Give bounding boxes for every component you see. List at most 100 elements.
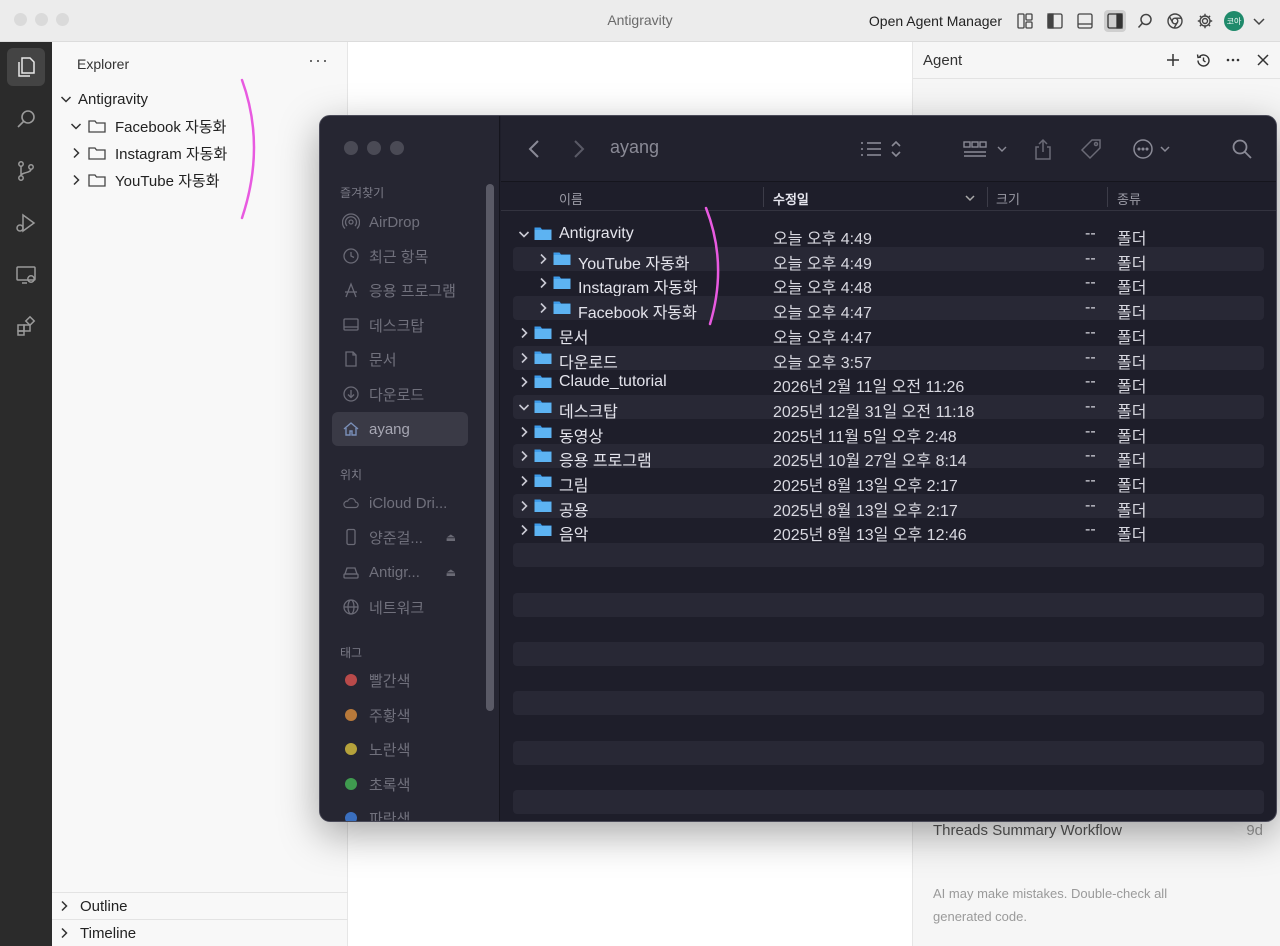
timeline-section-header[interactable]: Timeline <box>52 919 348 946</box>
file-row[interactable]: Instagram 자동화 오늘 오후 4:48 -- 폴더 <box>513 271 1264 297</box>
account-avatar[interactable]: 코아 <box>1224 11 1244 31</box>
chevron-right-icon[interactable] <box>517 473 531 489</box>
sidebar-item-applications[interactable]: 응용 프로그램 <box>332 273 468 307</box>
column-modified[interactable]: 수정일 <box>773 189 809 208</box>
tag-dot <box>345 743 357 755</box>
chevron-right-icon[interactable] <box>517 498 531 514</box>
sidebar-item-desktop[interactable]: 데스크탑 <box>332 308 468 342</box>
file-row[interactable]: YouTube 자동화 오늘 오후 4:49 -- 폴더 <box>513 246 1264 273</box>
column-header: 이름 수정일 크기 종류 <box>501 183 1276 211</box>
source-control-icon[interactable] <box>7 152 45 190</box>
sidebar-item-downloads[interactable]: 다운로드 <box>332 377 468 411</box>
tree-folder-item[interactable]: YouTube 자동화 <box>68 168 220 192</box>
file-row[interactable]: Facebook 자동화 오늘 오후 4:47 -- 폴더 <box>513 296 1264 322</box>
eject-icon[interactable]: ⏏ <box>446 566 456 579</box>
layout-customize-icon[interactable] <box>1014 10 1036 32</box>
history-icon[interactable] <box>1193 50 1213 70</box>
new-chat-plus-icon[interactable] <box>1163 50 1183 70</box>
search-icon[interactable] <box>1134 10 1156 32</box>
sidebar-item-antigravity-drive[interactable]: Antigr... ⏏ <box>332 555 468 589</box>
file-row[interactable]: 데스크탑 2025년 12월 31일 오전 11:18 -- 폴더 <box>513 394 1264 421</box>
file-row[interactable]: 음악 2025년 8월 13일 오후 12:46 -- 폴더 <box>513 518 1264 544</box>
file-row[interactable]: Claude_tutorial 2026년 2월 11일 오전 11:26 -- 폴더 <box>513 370 1264 396</box>
sort-chevron-down-icon[interactable] <box>964 191 976 206</box>
file-kind: 폴더 <box>1117 231 1147 248</box>
sidebar-item-iphone[interactable]: 양준걸... ⏏ <box>332 520 468 554</box>
sidebar-tag-yellow[interactable]: 노란색 <box>332 732 468 766</box>
chevron-right-icon[interactable] <box>536 300 550 316</box>
column-name[interactable]: 이름 <box>559 189 583 208</box>
title-bar: Antigravity Open Agent Manager 코아 <box>0 0 1280 42</box>
file-row[interactable]: 응용 프로그램 2025년 10월 27일 오후 8:14 -- 폴더 <box>513 444 1264 470</box>
conversation-history-item[interactable]: Threads Summary Workflow 9d <box>933 822 1263 839</box>
finder-window-controls[interactable] <box>344 141 404 155</box>
file-modified-date: 2025년 12월 31일 오전 11:18 <box>773 403 975 421</box>
explorer-files-icon[interactable] <box>7 48 45 86</box>
file-row[interactable]: 동영상 2025년 11월 5일 오후 2:48 -- 폴더 <box>513 420 1264 446</box>
folder-outline-icon <box>88 172 108 188</box>
file-name: 데스크탑 <box>559 403 618 421</box>
chevron-down-icon[interactable] <box>1252 10 1266 32</box>
sidebar-item-icloud[interactable]: iCloud Dri... <box>332 486 468 520</box>
file-row[interactable]: 공용 2025년 8월 13일 오후 2:17 -- 폴더 <box>513 493 1264 520</box>
column-kind[interactable]: 종류 <box>1117 189 1141 208</box>
eject-icon[interactable]: ⏏ <box>446 531 456 544</box>
file-row[interactable]: 그림 2025년 8월 13일 오후 2:17 -- 폴더 <box>513 469 1264 495</box>
settings-gear-icon[interactable] <box>1194 10 1216 32</box>
sidebar-tag-red[interactable]: 빨간색 <box>332 663 468 697</box>
sidebar-tag-green[interactable]: 초록색 <box>332 767 468 801</box>
forward-chevron-icon[interactable] <box>572 136 586 162</box>
chevron-right-icon[interactable] <box>517 448 531 464</box>
file-row[interactable]: 문서 오늘 오후 4:47 -- 폴더 <box>513 321 1264 347</box>
more-actions-icon[interactable] <box>1223 50 1243 70</box>
sidebar-item-documents[interactable]: 문서 <box>332 342 468 376</box>
file-row[interactable]: 다운로드 오늘 오후 3:57 -- 폴더 <box>513 345 1264 372</box>
activity-bar <box>0 42 52 946</box>
chevron-down-icon[interactable] <box>517 226 531 242</box>
extensions-icon[interactable] <box>7 308 45 346</box>
open-agent-manager-button[interactable]: Open Agent Manager <box>869 13 1002 29</box>
file-size: -- <box>1085 348 1096 366</box>
chevron-down-icon[interactable] <box>517 399 531 415</box>
run-debug-icon[interactable] <box>7 204 45 242</box>
list-view-icon[interactable] <box>859 136 905 162</box>
sidebar-item-airdrop[interactable]: AirDrop <box>332 205 468 239</box>
outline-section-header[interactable]: Outline <box>52 892 348 919</box>
chevron-right-icon[interactable] <box>517 325 531 341</box>
chevron-right-icon[interactable] <box>536 251 550 267</box>
explorer-more-actions-icon[interactable]: ··· <box>308 50 329 71</box>
more-actions-icon[interactable] <box>1131 136 1171 162</box>
sidebar-tag-orange[interactable]: 주황색 <box>332 698 468 732</box>
search-icon[interactable] <box>7 100 45 138</box>
back-chevron-icon[interactable] <box>527 136 541 162</box>
sidebar-tag-blue[interactable]: 파란색 <box>332 801 468 821</box>
finder-folder-title: ayang <box>610 137 660 157</box>
close-icon[interactable] <box>1253 50 1273 70</box>
chevron-right-icon[interactable] <box>517 350 531 366</box>
tree-folder-item[interactable]: Instagram 자동화 <box>68 141 227 165</box>
search-icon[interactable] <box>1231 136 1253 162</box>
toggle-sidebar-icon[interactable] <box>1044 10 1066 32</box>
sidebar-item-home[interactable]: ayang <box>332 412 468 446</box>
sidebar-item-recents[interactable]: 최근 항목 <box>332 239 468 273</box>
chevron-right-icon[interactable] <box>517 424 531 440</box>
sidebar-scrollbar[interactable] <box>486 184 494 711</box>
tree-root-folder[interactable]: Antigravity <box>58 87 148 111</box>
chrome-icon[interactable] <box>1164 10 1186 32</box>
file-row[interactable]: Antigravity 오늘 오후 4:49 -- 폴더 <box>513 222 1264 248</box>
file-modified-date: 오늘 오후 4:47 <box>773 329 872 347</box>
column-size[interactable]: 크기 <box>996 189 1020 208</box>
group-view-icon[interactable] <box>962 136 1010 162</box>
share-icon[interactable] <box>1033 136 1053 162</box>
tag-icon[interactable] <box>1079 136 1103 162</box>
sidebar-item-network[interactable]: 네트워크 <box>332 590 468 624</box>
remote-explorer-icon[interactable] <box>7 256 45 294</box>
folder-icon <box>534 521 552 537</box>
toggle-panel-icon[interactable] <box>1074 10 1096 32</box>
chevron-right-icon[interactable] <box>517 522 531 538</box>
tree-folder-item[interactable]: Facebook 자동화 <box>68 114 226 138</box>
chevron-right-icon[interactable] <box>517 374 531 390</box>
window-controls[interactable] <box>14 13 69 26</box>
chevron-right-icon[interactable] <box>536 275 550 291</box>
toggle-secondary-sidebar-icon[interactable] <box>1104 10 1126 32</box>
